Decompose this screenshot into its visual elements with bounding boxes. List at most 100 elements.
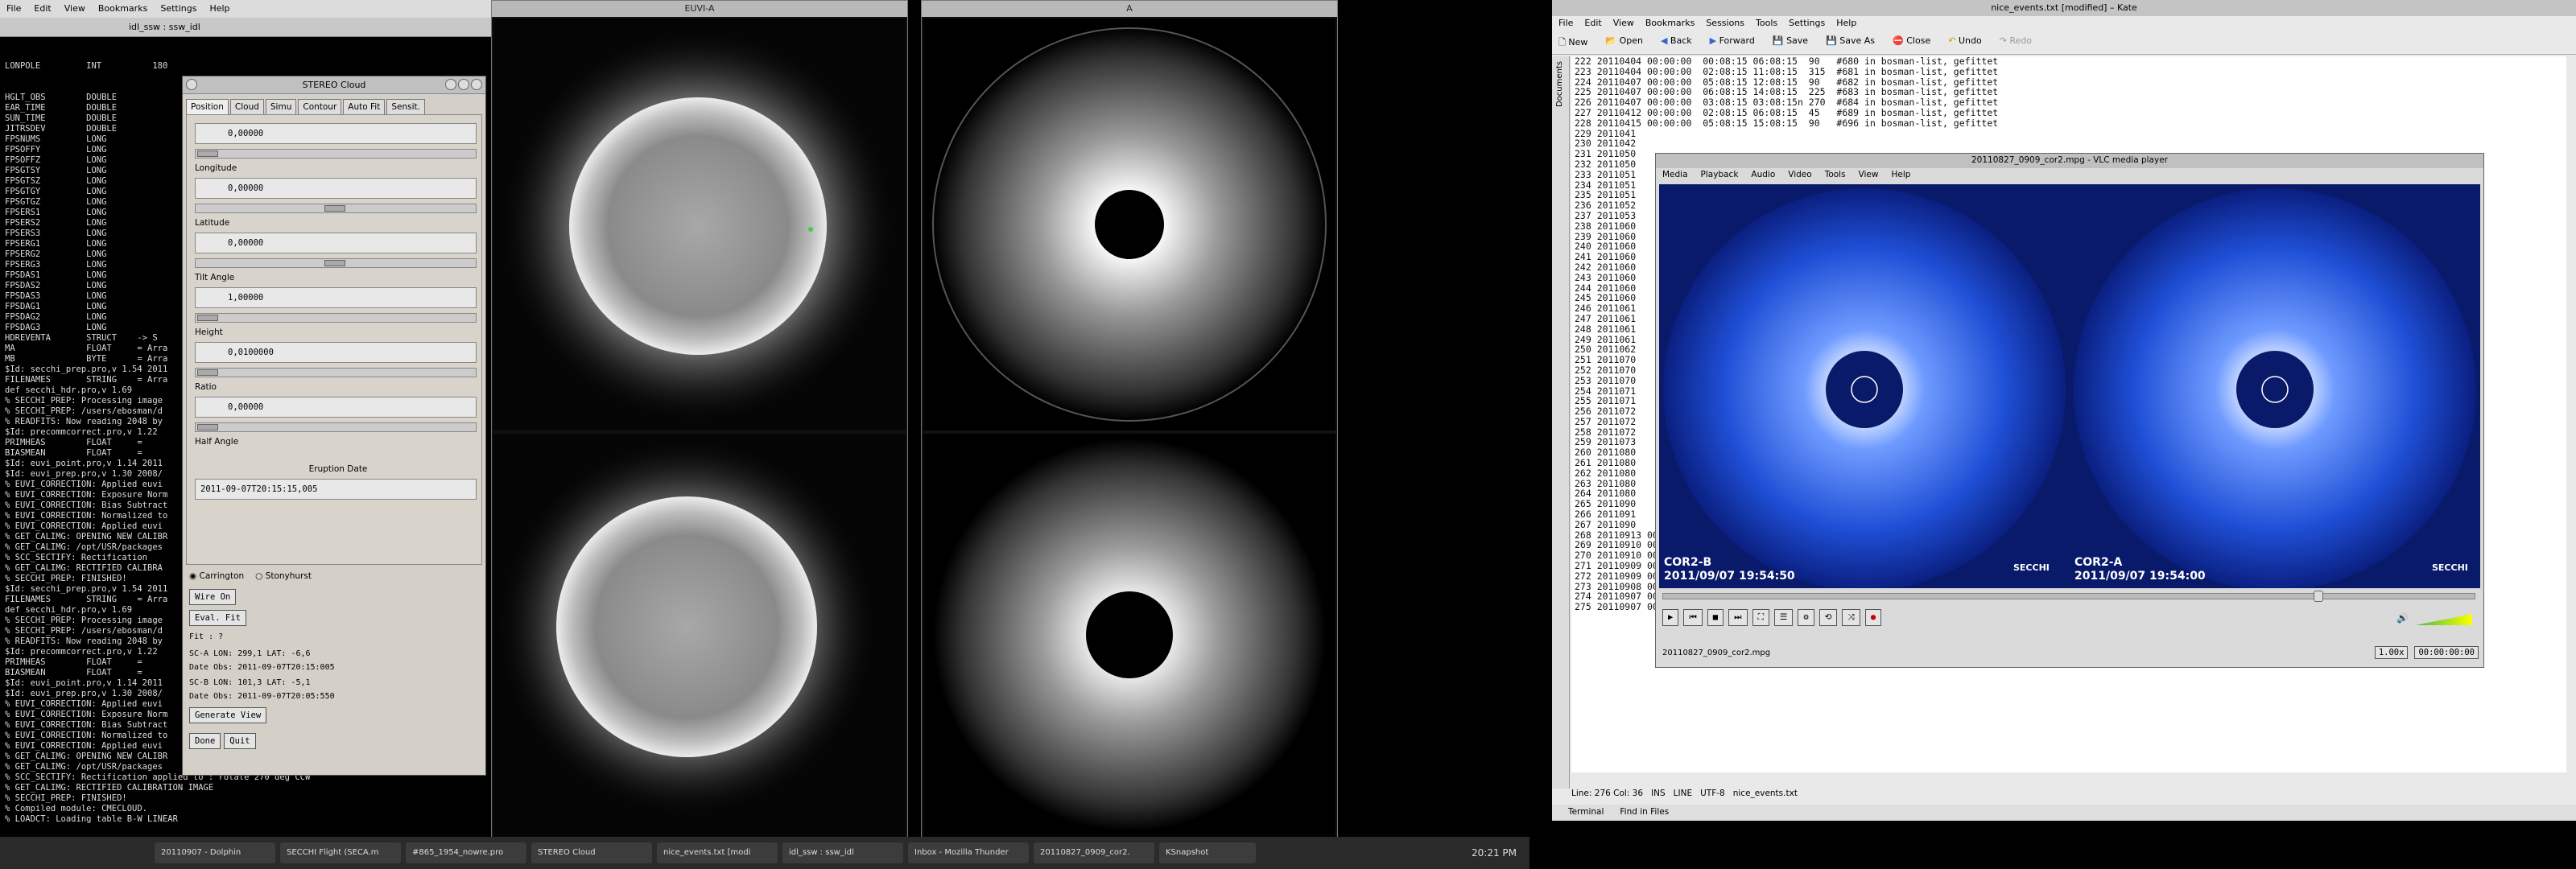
taskbar-item[interactable]: SECCHI Flight (SECA.m	[280, 842, 401, 863]
cor-panel-b[interactable]	[923, 434, 1335, 841]
cor-panel-a[interactable]	[923, 19, 1335, 430]
height-field[interactable]: 0,0100000	[195, 342, 477, 363]
forward-button[interactable]: ▶ Forward	[1710, 35, 1755, 49]
position-slider[interactable]	[195, 149, 477, 159]
menu-bookmarks[interactable]: Bookmarks	[98, 3, 147, 14]
tab-simu[interactable]: Simu	[265, 99, 297, 114]
terminal-tab[interactable]: idl_ssw : ssw_idl	[0, 18, 493, 37]
redo-button[interactable]: ↷ Redo	[2000, 35, 2032, 49]
loop-icon[interactable]: ⟲	[1818, 609, 1838, 626]
menu-help[interactable]: Help	[1836, 18, 1856, 29]
menu-file[interactable]: File	[1558, 18, 1573, 29]
vlc-window[interactable]: 20110827_0909_cor2.mpg - VLC media playe…	[1655, 153, 2484, 668]
documents-sidebar[interactable]: Documents	[1552, 56, 1570, 789]
position-field[interactable]: 0,00000	[195, 123, 477, 144]
menu-playback[interactable]: Playback	[1701, 170, 1739, 181]
menu-file[interactable]: File	[6, 3, 21, 14]
fullscreen-icon[interactable]: ⛶	[1752, 609, 1769, 626]
volume-slider[interactable]	[2416, 614, 2472, 625]
longitude-field[interactable]: 0,00000	[195, 178, 477, 199]
seek-handle[interactable]	[2314, 591, 2323, 602]
slider-thumb[interactable]	[324, 205, 345, 212]
menu-help[interactable]: Help	[209, 3, 229, 14]
ratio-field[interactable]: 0,00000	[195, 397, 477, 418]
generate-view-button[interactable]: Generate View	[189, 707, 267, 723]
maximize-icon[interactable]	[458, 79, 469, 90]
done-button[interactable]: Done	[189, 733, 221, 749]
menu-media[interactable]: Media	[1662, 170, 1688, 181]
eruption-date-field[interactable]: 2011-09-07T20:15:15,005	[195, 479, 477, 500]
slider-thumb[interactable]	[197, 369, 218, 376]
latitude-slider[interactable]	[195, 258, 477, 268]
taskbar-item[interactable]: Inbox - Mozilla Thunder	[908, 842, 1029, 863]
menu-video[interactable]: Video	[1788, 170, 1811, 181]
close-button[interactable]: ⛔ Close	[1893, 35, 1930, 49]
taskbar-item[interactable]: idl_ssw : ssw_idl	[782, 842, 903, 863]
vlc-titlebar[interactable]: 20110827_0909_cor2.mpg - VLC media playe…	[1656, 154, 2483, 168]
record-icon[interactable]: ●	[1864, 609, 1882, 626]
euvi-panel-a[interactable]	[493, 19, 906, 430]
new-button[interactable]: 🗋 New	[1558, 35, 1587, 49]
radio-carrington[interactable]: ◉ Carrington	[189, 571, 244, 581]
slider-thumb[interactable]	[197, 150, 218, 157]
previous-icon[interactable]: ⏮	[1683, 609, 1703, 626]
latitude-field[interactable]: 0,00000	[195, 233, 477, 253]
menu-tools[interactable]: Tools	[1756, 18, 1777, 29]
taskbar-item[interactable]: STEREO Cloud	[531, 842, 652, 863]
menu-view[interactable]: View	[1613, 18, 1634, 29]
euvi-titlebar[interactable]: EUVI-A	[492, 1, 907, 17]
open-button[interactable]: 📂 Open	[1605, 35, 1643, 49]
playback-speed[interactable]: 1.00x	[2374, 646, 2409, 659]
menu-view[interactable]: View	[1859, 170, 1879, 181]
find-in-files-tab[interactable]: Find in Files	[1620, 807, 1669, 818]
clock[interactable]: 20:21 PM	[1472, 847, 1525, 859]
slider-thumb[interactable]	[197, 424, 218, 430]
taskbar-item[interactable]: 20110907 - Dolphin	[155, 842, 275, 863]
taskbar-item[interactable]: KSnapshot	[1159, 842, 1256, 863]
tilt-angle-slider[interactable]	[195, 313, 477, 323]
taskbar-item[interactable]: nice_events.txt [modi	[657, 842, 778, 863]
volume-icon[interactable]: 🔊	[2396, 612, 2409, 624]
slider-thumb[interactable]	[197, 315, 218, 321]
ratio-slider[interactable]	[195, 422, 477, 432]
save-button[interactable]: 💾 Save	[1773, 35, 1808, 49]
next-icon[interactable]: ⏭	[1728, 609, 1748, 626]
tab-position[interactable]: Position	[186, 99, 229, 114]
tab-cloud[interactable]: Cloud	[229, 99, 264, 114]
menu-tools[interactable]: Tools	[1825, 170, 1846, 181]
undo-button[interactable]: ↶ Undo	[1948, 35, 1981, 49]
radio-stonyhurst[interactable]: ○ Stonyhurst	[255, 571, 312, 581]
tilt-angle-field[interactable]: 1,00000	[195, 287, 477, 308]
menu-help[interactable]: Help	[1891, 170, 1910, 181]
back-button[interactable]: ◀ Back	[1661, 35, 1692, 49]
wire-on-button[interactable]: Wire On	[189, 589, 237, 605]
tab-auto-fit[interactable]: Auto Fit	[343, 99, 386, 114]
extended-settings-icon[interactable]: ⚙	[1798, 609, 1814, 626]
close-icon[interactable]	[471, 79, 482, 90]
taskbar-item[interactable]: #865_1954_nowre.pro	[406, 842, 526, 863]
window-titlebar[interactable]: STEREO Cloud	[183, 76, 485, 94]
menu-edit[interactable]: Edit	[1584, 18, 1601, 29]
stereo-cloud-window[interactable]: STEREO Cloud Position Cloud Simu Contour…	[182, 76, 486, 776]
menu-audio[interactable]: Audio	[1751, 170, 1775, 181]
window-menu-icon[interactable]	[186, 79, 197, 90]
stop-icon[interactable]: ■	[1707, 609, 1724, 626]
longitude-slider[interactable]	[195, 204, 477, 213]
quit-button[interactable]: Quit	[224, 733, 256, 749]
menu-bookmarks[interactable]: Bookmarks	[1645, 18, 1695, 29]
taskbar-item[interactable]: 20110827_0909_cor2.	[1034, 842, 1154, 863]
kate-titlebar[interactable]: nice_events.txt [modified] – Kate	[1552, 0, 2576, 16]
insert-mode[interactable]: INS	[1651, 789, 1666, 803]
documents-tab[interactable]: Documents	[1552, 56, 1567, 112]
seek-bar[interactable]	[1662, 591, 2475, 602]
video-area[interactable]: COR2-B 2011/09/07 19:54:50 COR2-A 2011/0…	[1659, 184, 2480, 591]
menu-settings[interactable]: Settings	[1789, 18, 1825, 29]
menu-view[interactable]: View	[64, 3, 85, 14]
cor-window[interactable]: A	[921, 0, 1338, 842]
tab-contour[interactable]: Contour	[298, 99, 342, 114]
shuffle-icon[interactable]: ⤨	[1842, 609, 1860, 626]
euvi-window[interactable]: EUVI-A	[491, 0, 908, 842]
menu-edit[interactable]: Edit	[34, 3, 51, 14]
cor-titlebar[interactable]: A	[922, 1, 1337, 17]
play-icon[interactable]: ▶	[1662, 609, 1679, 626]
